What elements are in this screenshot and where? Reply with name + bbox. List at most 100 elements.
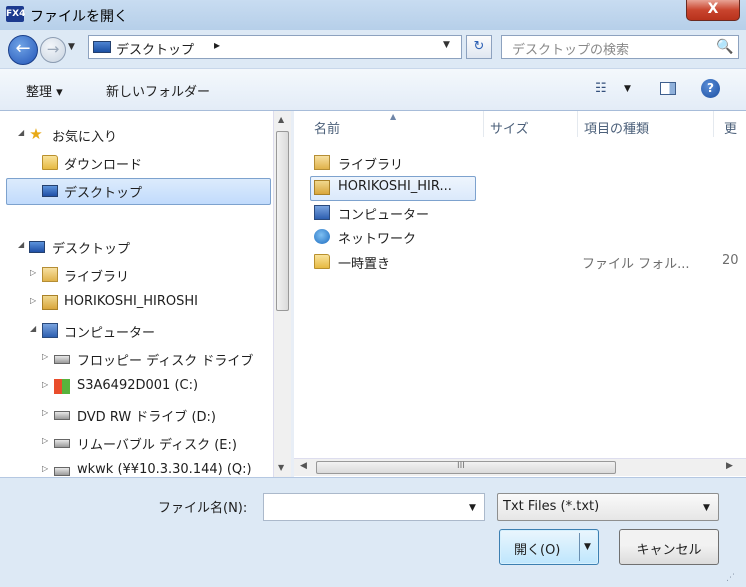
cancel-button-label: キャンセル [636,543,702,558]
filetype-select[interactable]: Txt Files (*.txt) ▼ [497,493,719,521]
filename-label: ファイル名(N): [158,501,248,516]
nav-item-label: ダウンロード [64,158,143,173]
desktop-icon [29,241,45,253]
computer-icon [314,205,330,220]
file-name: ライブラリ [338,158,404,173]
file-type: ファイル フォル... [582,257,690,272]
folder-icon [314,254,330,269]
nav-item-drive-e[interactable]: ▷ リムーバブル ディスク (E:) [0,431,275,455]
file-row-temp-folder[interactable]: 一時置き ファイル フォル... 20 [310,250,746,274]
view-dropdown-icon[interactable]: ▼ [624,84,631,94]
collapse-arrow-icon[interactable]: ▷ [42,464,48,473]
column-header-type[interactable]: 項目の種類 [578,111,714,137]
star-icon: ★ [29,125,43,143]
scroll-right-icon[interactable]: ▶ [726,461,733,471]
breadcrumb-chevron-icon[interactable]: ▸ [214,38,220,52]
nav-item-favorites[interactable]: ◢ ★ お気に入り [0,123,275,147]
nav-item-drive-q[interactable]: ▷ wkwk (¥¥10.3.30.144) (Q:) [0,459,275,477]
filelist-horizontal-scrollbar[interactable]: ◀ III ▶ [294,458,746,476]
preview-pane-icon[interactable] [660,82,676,95]
floppy-drive-icon [54,355,70,364]
title-bar: FX4 ファイルを開く X [0,0,746,30]
nav-item-label: HORIKOSHI_HIROSHI [64,294,199,309]
close-button[interactable]: X [686,0,740,21]
column-header-label: 更 [724,122,738,137]
filetype-dropdown-icon[interactable]: ▼ [703,503,710,513]
command-toolbar: 整理 ▾ 新しいフォルダー ☷ ▼ ? [0,68,746,111]
scroll-thumb[interactable] [276,131,289,311]
navigation-bar: ← → ▼ デスクトップ ▸ ▼ ↻ デスクトップの検索 🔍 [0,30,746,68]
nav-item-libraries[interactable]: ▷ ライブラリ [0,263,275,287]
nav-item-label: お気に入り [52,130,118,145]
nav-item-desktop[interactable]: ◢ デスクトップ [0,235,275,259]
file-row-libraries[interactable]: ライブラリ [310,151,746,175]
column-header-label: 名前 [314,122,341,137]
scroll-thumb[interactable]: III [316,461,616,474]
scroll-up-icon[interactable]: ▲ [278,115,284,124]
file-row-computer[interactable]: コンピューター [310,201,746,225]
user-folder-icon [42,295,58,310]
filetype-selected: Txt Files (*.txt) [503,499,600,514]
refresh-button[interactable]: ↻ [466,35,492,59]
search-placeholder: デスクトップの検索 [512,43,630,58]
cancel-button[interactable]: キャンセル [619,529,719,565]
expand-arrow-icon[interactable]: ◢ [18,128,24,137]
collapse-arrow-icon[interactable]: ▷ [42,380,48,389]
dialog-footer: ファイル名(N): ▼ Txt Files (*.txt) ▼ 開く(O) ▼ … [0,477,746,587]
nav-item-label: デスクトップ [52,242,131,257]
nav-item-label: フロッピー ディスク ドライブ [77,354,254,369]
network-drive-icon [54,467,70,476]
file-list-pane: ▲ 名前 サイズ 項目の種類 更 ライブラリ HORIKOSHI_HIR... … [294,111,746,477]
library-icon [314,155,330,170]
collapse-arrow-icon[interactable]: ▷ [30,268,36,277]
library-icon [42,267,58,282]
windows-drive-icon [54,379,70,394]
collapse-arrow-icon[interactable]: ▷ [42,436,48,445]
column-header-name[interactable]: ▲ 名前 [294,111,484,137]
organize-button[interactable]: 整理 ▾ [26,81,63,100]
search-input[interactable]: デスクトップの検索 🔍 [501,35,739,59]
collapse-arrow-icon[interactable]: ▷ [42,408,48,417]
filename-input[interactable]: ▼ [263,493,485,521]
nav-item-desktop-favorite[interactable]: デスクトップ [0,179,275,203]
scroll-down-icon[interactable]: ▼ [278,463,284,472]
collapse-arrow-icon[interactable]: ▷ [30,296,36,305]
nav-item-downloads[interactable]: ダウンロード [0,151,275,175]
scroll-left-icon[interactable]: ◀ [300,461,307,471]
sort-ascending-icon: ▲ [390,112,397,121]
forward-button[interactable]: → [40,37,66,63]
scroll-grip-icon: III [457,461,465,471]
nav-item-drive-c[interactable]: ▷ S3A6492D001 (C:) [0,375,275,399]
file-row-user[interactable]: HORIKOSHI_HIR... [310,176,746,200]
nav-item-computer[interactable]: ◢ コンピューター [0,319,275,343]
navpane-scrollbar[interactable]: ▲ ▼ [273,111,291,477]
address-bar[interactable]: デスクトップ ▸ ▼ [88,35,462,59]
filename-dropdown-icon[interactable]: ▼ [469,503,476,513]
new-folder-button[interactable]: 新しいフォルダー [106,81,210,100]
open-button-label: 開く(O) [514,543,561,558]
history-dropdown-icon[interactable]: ▼ [68,42,75,52]
downloads-folder-icon [42,155,58,170]
column-header-date[interactable]: 更 [714,111,746,137]
collapse-arrow-icon[interactable]: ▷ [42,352,48,361]
nav-item-drive-d[interactable]: ▷ DVD RW ドライブ (D:) [0,403,275,427]
resize-grip-icon[interactable]: ⋰ [726,573,736,583]
address-text[interactable]: デスクトップ [116,39,194,58]
nav-item-floppy[interactable]: ▷ フロッピー ディスク ドライブ [0,347,275,371]
back-button[interactable]: ← [8,35,38,65]
file-row-network[interactable]: ネットワーク [310,225,746,249]
desktop-icon [42,185,58,197]
expand-arrow-icon[interactable]: ◢ [18,240,24,249]
address-dropdown-icon[interactable]: ▼ [443,40,450,50]
view-options-icon[interactable]: ☷ [595,81,607,96]
nav-item-label: wkwk (¥¥10.3.30.144) (Q:) [77,462,252,477]
open-button[interactable]: 開く(O) ▼ [499,529,599,565]
help-icon[interactable]: ? [701,79,720,98]
column-header-size[interactable]: サイズ [484,111,578,137]
split-divider [579,533,580,561]
search-icon[interactable]: 🔍 [716,39,733,55]
nav-item-user[interactable]: ▷ HORIKOSHI_HIROSHI [0,291,275,315]
expand-arrow-icon[interactable]: ◢ [30,324,36,333]
nav-item-label: S3A6492D001 (C:) [77,378,199,393]
open-options-dropdown-icon[interactable]: ▼ [584,542,591,552]
